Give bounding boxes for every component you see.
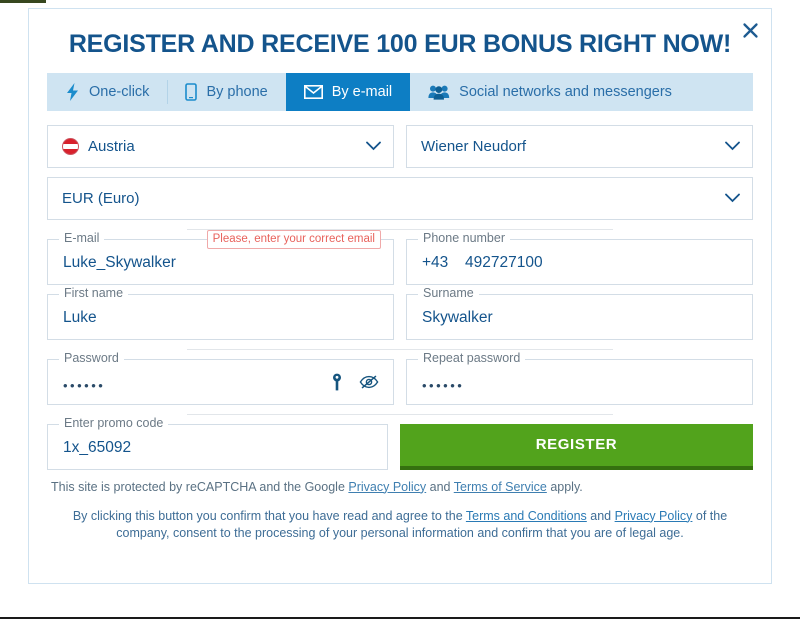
- chevron-down-icon: [725, 138, 740, 155]
- tab-social-networks[interactable]: Social networks and messengers: [410, 73, 690, 111]
- recaptcha-prefix: This site is protected by reCAPTCHA and …: [51, 479, 349, 494]
- first-name-value: Luke: [63, 308, 97, 326]
- recaptcha-notice: This site is protected by reCAPTCHA and …: [47, 480, 753, 494]
- city-select[interactable]: Wiener Neudorf: [406, 124, 753, 168]
- first-name-field[interactable]: First name Luke: [47, 286, 394, 340]
- section-divider-2: [187, 348, 613, 350]
- mobile-phone-icon: [185, 82, 198, 101]
- company-privacy-policy-link[interactable]: Privacy Policy: [615, 509, 693, 523]
- email-col: E-mail Please, enter your correct email …: [47, 229, 394, 285]
- country-select-value: Austria: [88, 137, 135, 155]
- surname-field[interactable]: Surname Skywalker: [406, 286, 753, 340]
- register-button[interactable]: REGISTER: [400, 423, 753, 470]
- promo-register-row: Enter promo code 1x_65092 REGISTER: [47, 416, 753, 470]
- email-field[interactable]: E-mail Please, enter your correct email …: [47, 229, 394, 285]
- promo-code-field[interactable]: Enter promo code 1x_65092: [47, 416, 388, 470]
- city-col: Wiener Neudorf: [406, 124, 753, 168]
- tab-one-click-label: One-click: [89, 83, 150, 100]
- page-title: REGISTER AND RECEIVE 100 EUR BONUS RIGHT…: [68, 30, 732, 58]
- password-field[interactable]: Password ••••••: [47, 351, 394, 405]
- chevron-down-icon: [366, 138, 381, 155]
- city-select-value: Wiener Neudorf: [421, 137, 527, 155]
- tab-one-click[interactable]: One-click: [47, 73, 167, 111]
- austria-flag-icon: [62, 137, 79, 155]
- terms-and-conditions-link[interactable]: Terms and Conditions: [466, 509, 587, 523]
- password-value: ••••••: [63, 377, 106, 393]
- tab-by-phone-label: By phone: [206, 83, 268, 100]
- repeat-password-field[interactable]: Repeat password ••••••: [406, 351, 753, 405]
- promo-col: Enter promo code 1x_65092: [47, 416, 388, 470]
- google-terms-of-service-link[interactable]: Terms of Service: [454, 480, 547, 494]
- tab-by-phone[interactable]: By phone: [167, 73, 285, 111]
- password-actions: [331, 373, 379, 391]
- tab-social-networks-label: Social networks and messengers: [459, 83, 672, 100]
- email-error-message: Please, enter your correct email: [206, 229, 381, 249]
- password-row: Password •••••• Repeat password ••••••: [47, 351, 753, 405]
- people-group-icon: [428, 84, 450, 100]
- country-select[interactable]: Austria: [47, 124, 394, 168]
- repeat-password-label: Repeat password: [418, 351, 526, 364]
- location-row: Austria Wiener Neudorf: [47, 124, 753, 168]
- currency-row: EUR (Euro): [47, 176, 753, 220]
- currency-col: EUR (Euro): [47, 176, 753, 220]
- recaptcha-suffix: apply.: [546, 479, 583, 494]
- surname-col: Surname Skywalker: [406, 286, 753, 340]
- phone-country-prefix: +43: [422, 253, 449, 271]
- consent-prefix: By clicking this button you confirm that…: [72, 508, 466, 523]
- google-privacy-policy-link[interactable]: Privacy Policy: [348, 480, 426, 494]
- recaptcha-mid: and: [426, 479, 454, 494]
- envelope-icon: [303, 84, 323, 99]
- repeat-password-col: Repeat password ••••••: [406, 351, 753, 405]
- consent-mid: and: [586, 508, 615, 523]
- tab-by-email[interactable]: By e-mail: [285, 72, 411, 111]
- password-col: Password ••••••: [47, 351, 394, 405]
- password-label: Password: [59, 351, 124, 364]
- eye-slash-icon[interactable]: [359, 375, 379, 389]
- close-icon[interactable]: [737, 17, 763, 43]
- currency-select[interactable]: EUR (Euro): [47, 176, 753, 220]
- email-label: E-mail: [59, 231, 105, 244]
- surname-value: Skywalker: [422, 308, 493, 326]
- first-name-col: First name Luke: [47, 286, 394, 340]
- name-row: First name Luke Surname Skywalker: [47, 286, 753, 340]
- registration-modal: REGISTER AND RECEIVE 100 EUR BONUS RIGHT…: [28, 8, 772, 584]
- promo-code-value: 1x_65092: [63, 438, 132, 456]
- terms-consent-notice: By clicking this button you confirm that…: [61, 508, 739, 542]
- section-divider-3: [187, 413, 613, 415]
- repeat-password-value: ••••••: [422, 377, 465, 393]
- phone-col: Phone number +43 492727100: [406, 231, 753, 285]
- key-icon[interactable]: [331, 373, 343, 391]
- registration-method-tabs: One-click By phone By e-mail Social netw…: [47, 72, 753, 111]
- registration-form: Austria Wiener Neudorf EUR (Euro) E-mail…: [29, 111, 771, 542]
- surname-label: Surname: [418, 286, 479, 299]
- phone-label: Phone number: [418, 231, 511, 244]
- phone-value: 492727100: [465, 253, 543, 271]
- country-col: Austria: [47, 124, 394, 168]
- email-value: Luke_Skywalker: [63, 253, 176, 271]
- page-root: REGISTER AND RECEIVE 100 EUR BONUS RIGHT…: [0, 0, 800, 619]
- chevron-down-icon: [725, 190, 740, 207]
- first-name-label: First name: [59, 286, 129, 299]
- top-edge-strip: [0, 0, 46, 3]
- contact-row: E-mail Please, enter your correct email …: [47, 229, 753, 285]
- bolt-icon: [65, 82, 80, 101]
- promo-code-label: Enter promo code: [59, 416, 169, 429]
- tab-by-email-label: By e-mail: [331, 83, 393, 100]
- currency-select-value: EUR (Euro): [62, 189, 140, 207]
- phone-field[interactable]: Phone number +43 492727100: [406, 231, 753, 285]
